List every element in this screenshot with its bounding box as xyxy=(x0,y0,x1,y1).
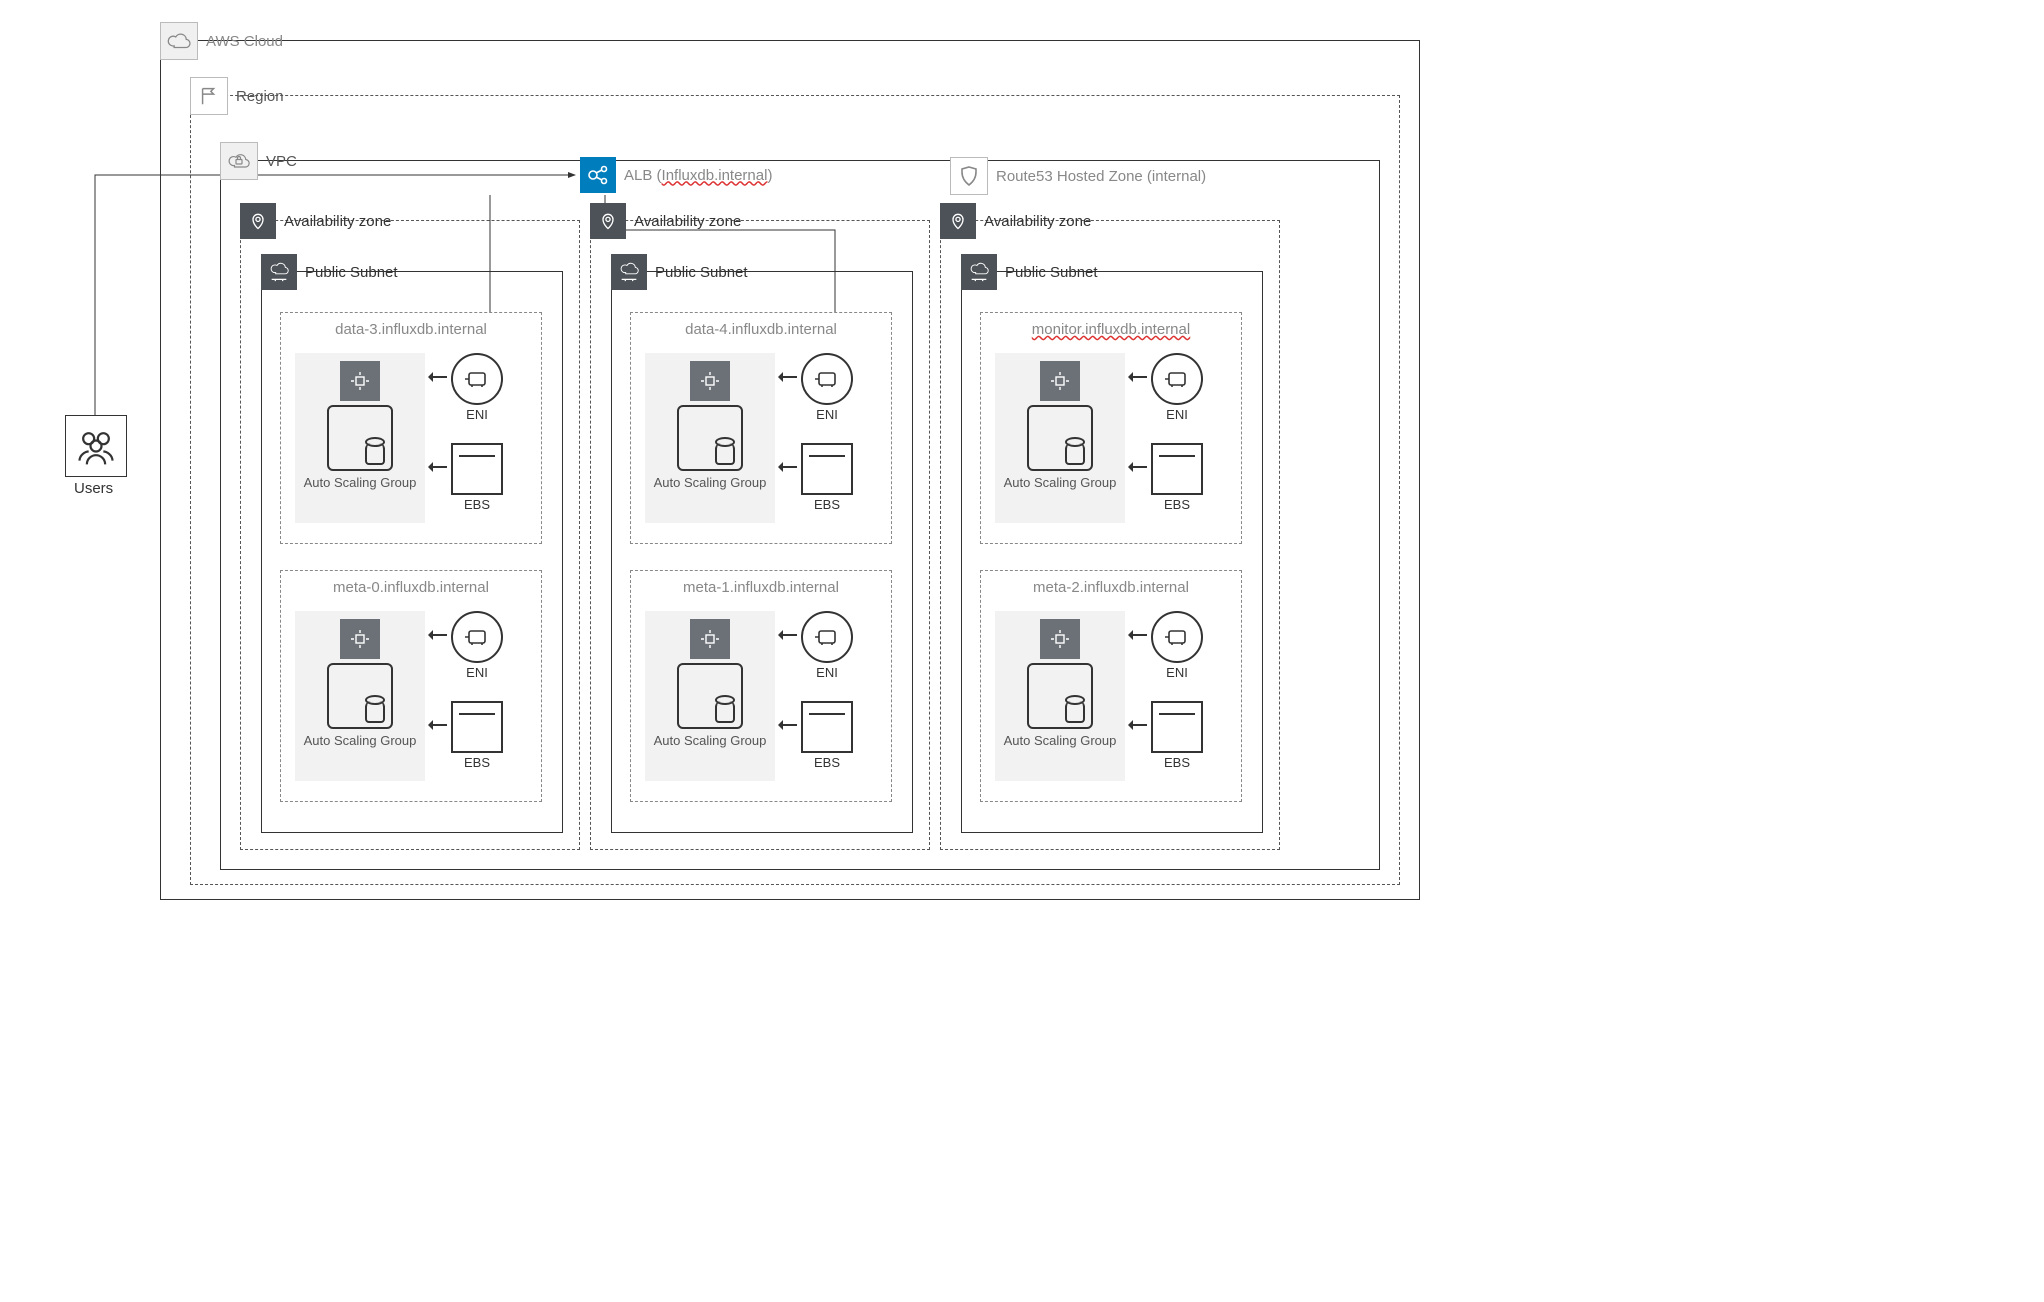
node-monitor: monitor.influxdb.internal Auto Scaling G… xyxy=(980,312,1242,544)
instance-icon xyxy=(1027,405,1093,471)
subnet-3: Public Subnet monitor.influxdb.internal … xyxy=(961,271,1263,833)
ebs-icon xyxy=(1151,701,1203,753)
vpc-icon xyxy=(220,142,258,180)
eni-icon xyxy=(1151,611,1203,663)
alb-header: ALB (Influxdb.internal) xyxy=(580,157,772,193)
autoscale-icon xyxy=(340,619,380,659)
eni-icon xyxy=(451,611,503,663)
alb-icon xyxy=(580,157,616,193)
users-icon xyxy=(65,415,127,477)
subnet-icon xyxy=(961,254,997,290)
pin-icon xyxy=(240,203,276,239)
node-meta-0: meta-0.influxdb.internal Auto Scaling Gr… xyxy=(280,570,542,802)
cloud-icon xyxy=(160,22,198,60)
ebs-icon xyxy=(1151,443,1203,495)
az-1: Availability zone Public Subnet data-3.i… xyxy=(240,220,580,850)
autoscale-icon xyxy=(690,619,730,659)
region-label: Region xyxy=(228,88,284,105)
asg-block: Auto Scaling Group xyxy=(295,353,425,523)
subnet-icon xyxy=(261,254,297,290)
instance-icon xyxy=(677,405,743,471)
autoscale-icon xyxy=(1040,361,1080,401)
eni-icon xyxy=(801,611,853,663)
instance-icon xyxy=(327,663,393,729)
vpc-label: VPC xyxy=(258,153,297,170)
node-data-4: data-4.influxdb.internal Auto Scaling Gr… xyxy=(630,312,892,544)
users-label: Users xyxy=(74,480,113,497)
pin-icon xyxy=(940,203,976,239)
eni-icon xyxy=(801,353,853,405)
route53-header: Route53 Hosted Zone (internal) xyxy=(950,157,1206,195)
flag-icon xyxy=(190,77,228,115)
instance-icon xyxy=(677,663,743,729)
instance-icon xyxy=(1027,663,1093,729)
autoscale-icon xyxy=(690,361,730,401)
autoscale-icon xyxy=(340,361,380,401)
pin-icon xyxy=(590,203,626,239)
node-data-3: data-3.influxdb.internal Auto Scaling Gr… xyxy=(280,312,542,544)
eni-block: ENI xyxy=(449,353,505,422)
ebs-block: EBS xyxy=(449,443,505,512)
instance-icon xyxy=(327,405,393,471)
eni-icon xyxy=(1151,353,1203,405)
subnet-1: Public Subnet data-3.influxdb.internal A… xyxy=(261,271,563,833)
eni-icon xyxy=(451,353,503,405)
shield-icon xyxy=(950,157,988,195)
az-2: Availability zone Public Subnet data-4.i… xyxy=(590,220,930,850)
node-meta-1: meta-1.influxdb.internal Auto Scaling Gr… xyxy=(630,570,892,802)
az-3: Availability zone Public Subnet monitor.… xyxy=(940,220,1280,850)
aws-cloud-label: AWS Cloud xyxy=(198,33,283,50)
ebs-icon xyxy=(801,443,853,495)
ebs-icon xyxy=(801,701,853,753)
subnet-2: Public Subnet data-4.influxdb.internal A… xyxy=(611,271,913,833)
route53-label: Route53 Hosted Zone (internal) xyxy=(988,168,1206,185)
subnet-icon xyxy=(611,254,647,290)
ebs-icon xyxy=(451,443,503,495)
autoscale-icon xyxy=(1040,619,1080,659)
alb-label: ALB (Influxdb.internal) xyxy=(616,167,772,184)
ebs-icon xyxy=(451,701,503,753)
node-meta-2: meta-2.influxdb.internal Auto Scaling Gr… xyxy=(980,570,1242,802)
